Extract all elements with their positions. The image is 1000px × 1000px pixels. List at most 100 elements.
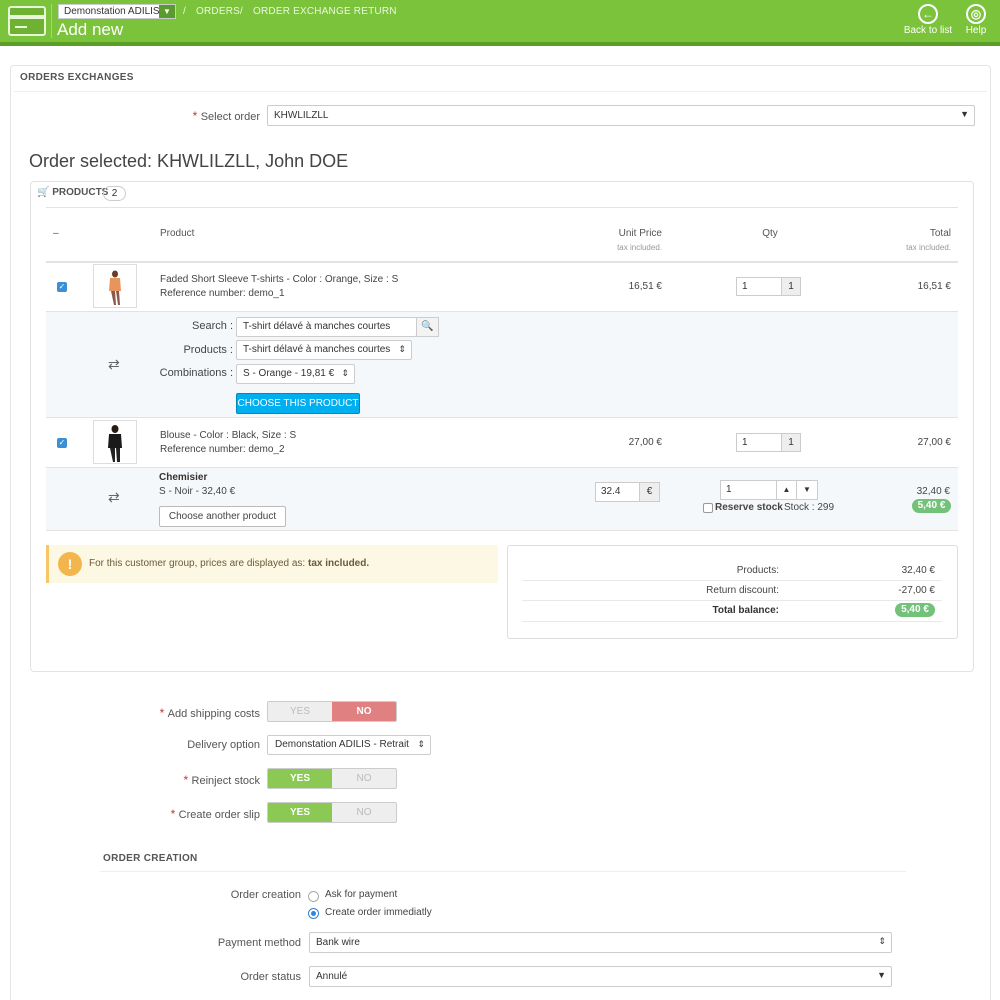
- product-checkbox[interactable]: ✓: [57, 282, 67, 292]
- total-balance-badge: 5,40 €: [895, 603, 935, 617]
- caret-down-icon: ▼: [877, 970, 886, 980]
- switch-no[interactable]: NO: [332, 803, 396, 822]
- shipping-costs-switch[interactable]: YES NO: [267, 701, 397, 722]
- credit-card-icon: [8, 6, 46, 36]
- reserve-stock-checkbox[interactable]: [703, 503, 713, 513]
- total-balance-label: Total balance:: [712, 605, 780, 616]
- create-order-slip-switch[interactable]: YES NO: [267, 802, 397, 823]
- header-divider: [51, 4, 52, 38]
- exchange-price-input[interactable]: 32.4: [595, 482, 640, 502]
- divider: [46, 207, 958, 208]
- exchange-qty-input[interactable]: 1: [720, 480, 777, 500]
- product-total: 16,51 €: [917, 281, 951, 292]
- product-reference: Reference number: demo_1: [160, 288, 285, 299]
- divider: [46, 417, 958, 418]
- switch-yes[interactable]: YES: [268, 769, 332, 788]
- order-status-label: Order status: [240, 971, 301, 983]
- ask-for-payment-label: Ask for payment: [325, 889, 398, 900]
- order-heading: Order selected: KHWLILZLL, John DOE: [29, 151, 349, 171]
- qty-max-addon: 1: [781, 433, 801, 452]
- panel-title: ORDERS EXCHANGES: [20, 72, 134, 83]
- payment-method-value: Bank wire: [316, 937, 360, 948]
- help-label: Help: [965, 25, 987, 36]
- exchange-balance-badge: 5,40 €: [912, 499, 951, 513]
- return-discount-label: Return discount:: [706, 585, 779, 596]
- arrow-left-icon: ←: [918, 4, 938, 24]
- select-order-label: * Select order: [192, 109, 260, 123]
- product-search-input[interactable]: T-shirt délavé à manches courtes: [236, 317, 417, 337]
- payment-method-select[interactable]: Bank wire ⇕: [309, 932, 892, 953]
- select-arrows-icon: ⇕: [341, 368, 349, 378]
- qty-input[interactable]: 1: [736, 277, 782, 296]
- create-order-immediately-radio[interactable]: [308, 908, 319, 919]
- search-icon[interactable]: 🔍: [416, 317, 439, 337]
- switch-no[interactable]: NO: [332, 769, 396, 788]
- order-creation-label: Order creation: [230, 889, 301, 901]
- divider: [522, 621, 942, 622]
- exchange-arrows-icon: ⇄: [108, 356, 120, 372]
- products-total-value: 32,40 €: [901, 565, 935, 576]
- page-title: Add new: [57, 20, 124, 39]
- create-order-immediately-label: Create order immediatly: [325, 907, 432, 918]
- select-all-column[interactable]: –: [53, 228, 59, 239]
- reinject-stock-label: * Reinject stock: [183, 773, 261, 787]
- products-total-label: Products:: [736, 565, 779, 576]
- back-label: Back to list: [903, 25, 953, 36]
- help-button[interactable]: ◎ Help: [948, 4, 1000, 36]
- delivery-option-select[interactable]: Demonstation ADILIS - Retrait ⇕: [267, 735, 431, 755]
- select-order-dropdown[interactable]: KHWLILZLL ▼: [267, 105, 975, 126]
- alert-strong: tax included.: [308, 558, 370, 569]
- products-label: Products :: [183, 344, 233, 356]
- products-count-badge: 2: [103, 186, 126, 201]
- ask-for-payment-radio[interactable]: [308, 891, 319, 902]
- cart-icon: 🛒: [37, 187, 50, 198]
- unit-price-column-header: Unit Price: [618, 228, 662, 239]
- exchange-total: 32,40 €: [916, 486, 950, 497]
- reserve-stock-label: Reserve stock: [715, 502, 783, 513]
- currency-addon: €: [639, 482, 660, 502]
- select-arrows-icon: ⇕: [417, 739, 425, 749]
- delivery-option-value: Demonstation ADILIS - Retrait: [275, 739, 409, 750]
- breadcrumb-separator: /: [183, 6, 186, 17]
- return-discount-value: -27,00 €: [898, 585, 935, 596]
- select-arrows-icon: ⇕: [878, 936, 886, 946]
- switch-yes[interactable]: YES: [268, 803, 332, 822]
- select-order-value: KHWLILZLL: [274, 110, 329, 121]
- qty-increment-button[interactable]: ▲: [776, 480, 797, 500]
- reinject-stock-switch[interactable]: YES NO: [267, 768, 397, 789]
- choose-this-product-button[interactable]: CHOOSE THIS PRODUCT: [236, 393, 360, 414]
- shop-select-value: Demonstation ADILIS: [64, 6, 160, 17]
- select-arrows-icon: ⇕: [398, 344, 406, 354]
- products-select-value: T-shirt délavé à manches courtes: [243, 344, 391, 355]
- total-subheader: tax included.: [906, 243, 951, 252]
- exchange-product-detail: S - Noir - 32,40 €: [159, 486, 236, 497]
- total-column-header: Total: [929, 228, 951, 239]
- product-checkbox[interactable]: ✓: [57, 438, 67, 448]
- qty-decrement-button[interactable]: ▼: [796, 480, 818, 500]
- choose-another-product-button[interactable]: Choose another product: [159, 506, 286, 527]
- product-unit-price: 27,00 €: [628, 437, 662, 448]
- alert-text: For this customer group, prices are disp…: [89, 558, 370, 569]
- create-order-slip-label: * Create order slip: [170, 807, 260, 821]
- unit-price-subheader: tax included.: [617, 243, 662, 252]
- qty-input[interactable]: 1: [736, 433, 782, 452]
- switch-no[interactable]: NO: [332, 702, 396, 721]
- combinations-select[interactable]: S - Orange - 19,81 € ⇕: [236, 364, 355, 384]
- combinations-label: Combinations :: [159, 367, 233, 379]
- breadcrumb-orders[interactable]: ORDERS: [196, 6, 240, 17]
- qty-column-header: Qty: [762, 228, 778, 239]
- product-column-header: Product: [160, 228, 195, 239]
- order-creation-title: ORDER CREATION: [103, 853, 198, 864]
- divider: [522, 600, 942, 601]
- payment-method-label: Payment method: [217, 937, 301, 949]
- product-thumbnail: [93, 264, 137, 308]
- add-shipping-costs-label: * Add shipping costs: [159, 706, 260, 720]
- switch-yes[interactable]: YES: [268, 702, 332, 721]
- products-select[interactable]: T-shirt délavé à manches courtes ⇕: [236, 340, 412, 360]
- exchange-product-name: Chemisier: [159, 472, 208, 483]
- shop-select[interactable]: Demonstation ADILIS ▼: [58, 4, 176, 19]
- products-title: 🛒 PRODUCTS: [37, 187, 109, 198]
- order-status-value: Annulé: [316, 971, 348, 982]
- exchange-arrows-icon: ⇄: [108, 489, 120, 505]
- order-status-select[interactable]: Annulé ▼: [309, 966, 892, 987]
